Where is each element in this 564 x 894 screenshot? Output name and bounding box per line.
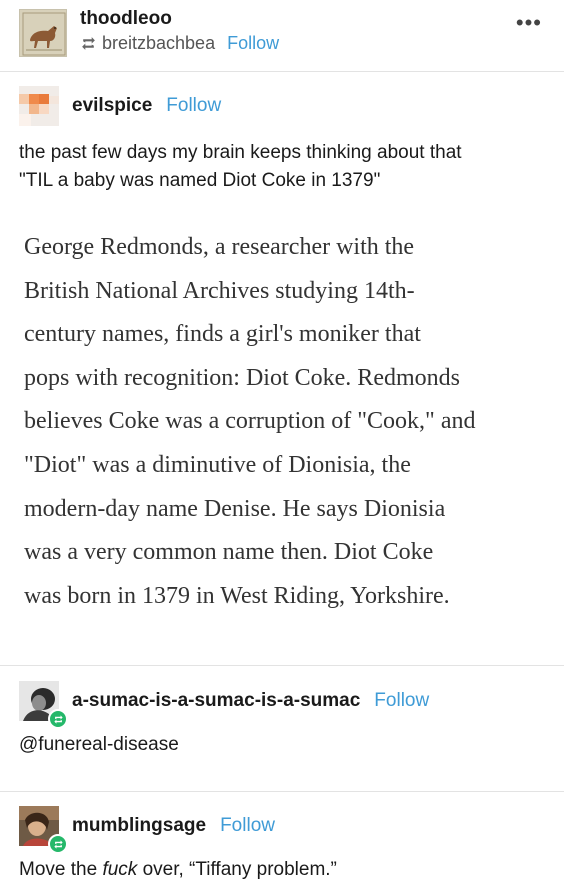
quote-line: George Redmonds, a researcher with the — [24, 234, 415, 260]
follow-button-mumblingsage[interactable]: Follow — [220, 815, 275, 837]
quote-line: was a very common name then. Diot Coke — [24, 539, 434, 566]
post-header: thoodleoo breitzbachbea Follow ••• — [0, 0, 564, 70]
username-sumac[interactable]: a-sumac-is-a-sumac-is-a-sumac — [72, 690, 360, 712]
quote-line: "Diot" was a diminutive of Dionisia, the — [24, 451, 411, 478]
tumblr-post: thoodleoo breitzbachbea Follow ••• evils… — [0, 0, 564, 894]
reblog-badge-icon — [48, 709, 68, 729]
avatar-thoodleoo[interactable] — [19, 9, 67, 57]
post-text-sumac: @funereal-disease — [19, 734, 179, 755]
text-line: "TIL a baby was named Diot Coke in 1379" — [19, 170, 381, 191]
reblog-icon — [82, 37, 95, 50]
reblog-header-evilspice: evilspice Follow — [19, 86, 221, 126]
follow-button-sumac[interactable]: Follow — [374, 690, 429, 712]
reblog-header-mumblingsage: mumblingsage Follow — [19, 806, 275, 854]
more-options-icon[interactable]: ••• — [516, 12, 542, 34]
follow-button-evilspice[interactable]: Follow — [166, 95, 221, 117]
text-segment: Move the — [19, 859, 103, 880]
divider — [0, 71, 564, 72]
text-segment: over, “Tiffany problem.” — [137, 859, 337, 880]
divider — [0, 665, 564, 666]
medieval-horse-avatar-image — [20, 10, 66, 56]
quote-line: believes Coke was a corruption of "Cook,… — [24, 408, 476, 435]
text-emphasis: fuck — [102, 859, 138, 880]
quote-line: British National Archives studying 14th- — [24, 277, 415, 304]
quote-line: was born in 1379 in West Riding, Yorkshi… — [24, 582, 450, 609]
quote-line: pops with recognition: Diot Coke. Redmon… — [24, 364, 460, 391]
follow-button-header[interactable]: Follow — [227, 33, 279, 54]
username-evilspice[interactable]: evilspice — [72, 95, 152, 117]
username-mumblingsage[interactable]: mumblingsage — [72, 815, 206, 837]
avatar-sumac[interactable] — [19, 681, 68, 729]
reblog-badge-icon — [48, 834, 68, 854]
post-text-evilspice: the past few days my brain keeps thinkin… — [19, 139, 462, 195]
quote-line: century names, finds a girl's moniker th… — [24, 321, 421, 348]
reblog-source-line: breitzbachbea Follow — [80, 33, 279, 54]
reblog-header-sumac: a-sumac-is-a-sumac-is-a-sumac Follow — [19, 681, 429, 729]
op-username[interactable]: thoodleoo — [80, 8, 172, 30]
pixelated-avatar-image — [19, 86, 59, 126]
quoted-article-excerpt: George Redmonds, a researcher with the B… — [24, 226, 544, 618]
text-line: the past few days my brain keeps thinkin… — [19, 142, 462, 163]
reblogged-from-username[interactable]: breitzbachbea — [102, 33, 215, 54]
post-text-mumblingsage: Move the fuck over, “Tiffany problem.” — [19, 856, 337, 884]
avatar-mumblingsage[interactable] — [19, 806, 68, 854]
avatar-evilspice[interactable] — [19, 86, 59, 126]
divider — [0, 791, 564, 792]
quote-line: modern-day name Denise. He says Dionisia — [24, 495, 446, 522]
